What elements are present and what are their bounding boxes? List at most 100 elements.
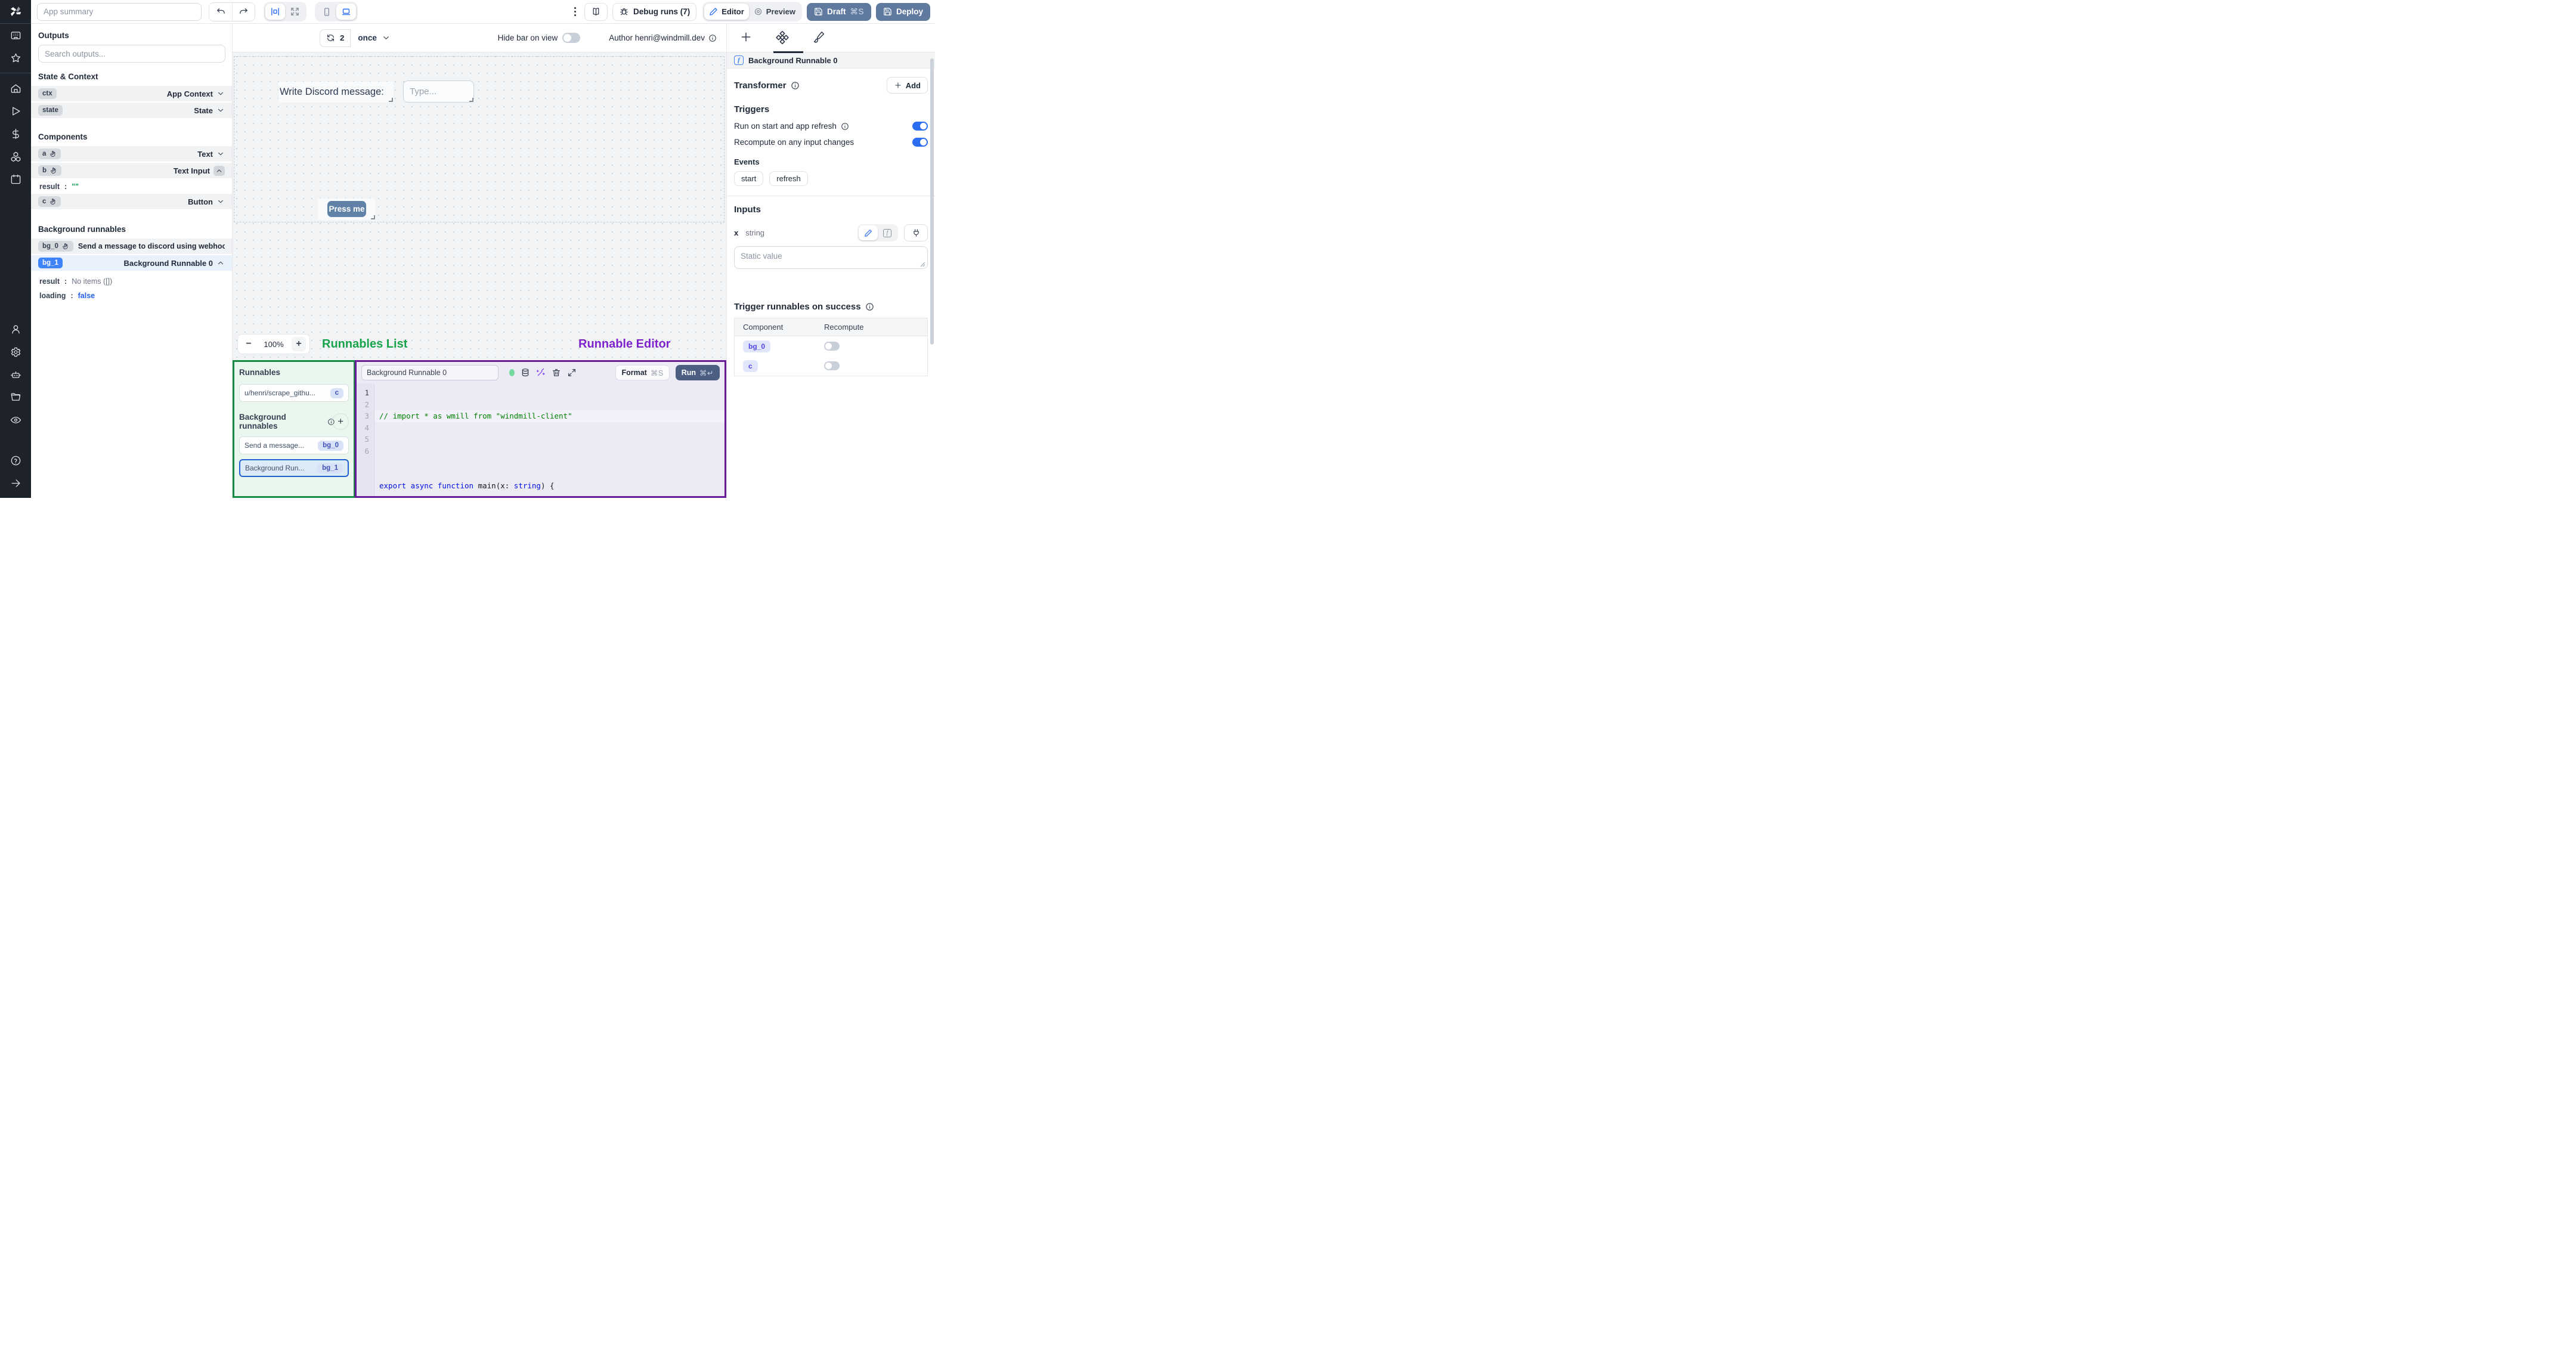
database-icon[interactable] xyxy=(521,368,530,377)
event-refresh-pill[interactable]: refresh xyxy=(769,171,808,186)
text-input-component[interactable] xyxy=(403,80,474,103)
zoom-out-button[interactable]: − xyxy=(242,337,256,351)
runnable-name-input[interactable] xyxy=(361,365,499,380)
chevron-up-icon[interactable] xyxy=(213,165,225,176)
apps-icon[interactable] xyxy=(0,24,31,47)
resize-handle[interactable] xyxy=(389,98,393,102)
event-start-pill[interactable]: start xyxy=(734,171,764,186)
draft-button[interactable]: Draft ⌘S xyxy=(806,2,871,21)
styling-tab[interactable] xyxy=(813,31,825,49)
eye-icon[interactable] xyxy=(0,408,31,431)
help-icon[interactable] xyxy=(0,449,31,472)
input-x-type: string xyxy=(745,228,765,237)
bg1-label: Background Runnable 0 xyxy=(123,258,213,268)
bg1-result-row: result: No items ([]) xyxy=(31,272,232,289)
resize-handle[interactable] xyxy=(469,98,473,102)
expand-layout-toggle[interactable] xyxy=(285,4,305,20)
play-icon[interactable] xyxy=(0,100,31,122)
run-mode-dropdown[interactable]: once xyxy=(351,29,398,47)
recompute-toggle[interactable] xyxy=(824,342,840,351)
components-title: Components xyxy=(38,132,88,141)
user-icon[interactable] xyxy=(0,318,31,340)
code-lines[interactable]: // import * as wmill from "windmill-clie… xyxy=(374,383,724,496)
deploy-button[interactable]: Deploy xyxy=(875,2,930,21)
button-component[interactable]: Press me xyxy=(318,199,376,220)
tab-preview-label: Preview xyxy=(766,7,795,16)
resources-icon[interactable] xyxy=(0,145,31,168)
docs-button[interactable] xyxy=(584,2,608,21)
code-editor[interactable]: 1 2 3 4 5 6 // import * as wmill from "w… xyxy=(357,383,724,496)
undo-button[interactable] xyxy=(209,2,232,21)
add-background-runnable-button[interactable]: + xyxy=(332,413,349,430)
insert-component-tab[interactable] xyxy=(740,31,752,49)
expand-icon[interactable] xyxy=(567,368,577,377)
static-value-textarea[interactable] xyxy=(734,246,928,269)
gear-icon[interactable] xyxy=(0,340,31,363)
recompute-toggle[interactable] xyxy=(824,361,840,370)
right-panel-scrollbar[interactable] xyxy=(930,58,934,345)
runnable-item-bg0[interactable]: Send a message... bg_0 xyxy=(239,436,349,454)
chevron-down-icon xyxy=(218,109,224,112)
runnable-item-bg1-selected[interactable]: Background Run... bg_1 xyxy=(239,459,349,477)
component-settings-tab[interactable] xyxy=(776,31,789,50)
runnable-item-c[interactable]: u/henri/scrape_githu... c xyxy=(239,384,349,402)
connect-plug-icon[interactable] xyxy=(904,224,928,241)
tab-editor[interactable]: Editor xyxy=(704,4,749,20)
delete-icon[interactable] xyxy=(552,368,561,377)
center-layout-toggle[interactable] xyxy=(265,4,285,20)
plus-icon xyxy=(895,82,901,88)
canvas-toolbar: 2 once Hide bar on view Author henri@win… xyxy=(233,24,726,52)
zoom-in-button[interactable]: + xyxy=(292,337,306,351)
press-me-button[interactable]: Press me xyxy=(327,201,366,217)
output-row-bg0[interactable]: bg_0 Send a message to discord using web… xyxy=(31,239,232,255)
more-menu-icon[interactable] xyxy=(571,7,580,16)
recompute-toggle[interactable] xyxy=(912,138,928,147)
dollar-icon[interactable] xyxy=(0,122,31,145)
static-mode-pencil-icon[interactable] xyxy=(859,225,878,240)
output-row-c[interactable]: c Button xyxy=(31,194,232,210)
run-on-start-toggle[interactable] xyxy=(912,122,928,131)
windmill-logo[interactable] xyxy=(0,0,31,24)
robot-icon[interactable] xyxy=(0,363,31,386)
debug-runs-label: Debug runs (7) xyxy=(633,7,691,16)
add-transformer-button[interactable]: Add xyxy=(886,77,928,94)
app-summary-input[interactable] xyxy=(37,2,202,21)
ctx-type: App Context xyxy=(166,89,213,98)
collapse-arrow-icon[interactable] xyxy=(0,472,31,494)
function-mode-icon[interactable]: f xyxy=(878,225,897,240)
text-component[interactable]: Write Discord message: xyxy=(278,82,394,103)
resize-handle[interactable] xyxy=(371,215,375,219)
mobile-toggle[interactable] xyxy=(317,4,336,20)
runnable-editor-annotation: Runnable Editor xyxy=(578,337,671,351)
hide-bar-toggle[interactable] xyxy=(562,33,581,43)
output-row-ctx[interactable]: ctx App Context xyxy=(31,86,232,103)
redo-button[interactable] xyxy=(232,2,255,21)
chevron-up-icon xyxy=(218,261,224,265)
editor-header: Format⌘S Run⌘↵ xyxy=(357,362,724,383)
run-button[interactable]: Run ⌘↵ xyxy=(675,365,720,380)
editor-preview-toggle: Editor Preview xyxy=(702,2,802,21)
folder-icon[interactable] xyxy=(0,386,31,408)
app-canvas[interactable]: Write Discord message: Press me − 100% +… xyxy=(233,52,726,384)
discord-message-input[interactable] xyxy=(403,80,474,103)
debug-runs-button[interactable]: Debug runs (7) xyxy=(612,2,697,21)
bg0-label: Send a message to discord using webhoo xyxy=(78,242,225,250)
output-row-state[interactable]: state State xyxy=(31,103,232,119)
info-icon xyxy=(709,34,716,42)
output-row-b[interactable]: b Text Input xyxy=(31,163,232,179)
ai-wand-icon[interactable] xyxy=(536,368,546,377)
runnable-item-badge: bg_0 xyxy=(318,440,343,451)
tab-preview[interactable]: Preview xyxy=(749,4,800,20)
runnables-title: Runnables xyxy=(239,368,281,377)
star-icon[interactable] xyxy=(0,47,31,69)
output-row-a[interactable]: a Text xyxy=(31,146,232,163)
runnable-item-label: Send a message... xyxy=(244,441,305,450)
refresh-count-button[interactable]: 2 xyxy=(320,29,351,47)
output-row-bg1[interactable]: bg_1 Background Runnable 0 xyxy=(31,255,232,272)
format-button[interactable]: Format ⌘S xyxy=(615,365,670,380)
right-panel-tabs xyxy=(727,24,935,53)
calendar-icon[interactable] xyxy=(0,168,31,190)
desktop-toggle[interactable] xyxy=(336,4,356,20)
search-outputs-input[interactable] xyxy=(38,45,225,63)
home-icon[interactable] xyxy=(0,77,31,100)
